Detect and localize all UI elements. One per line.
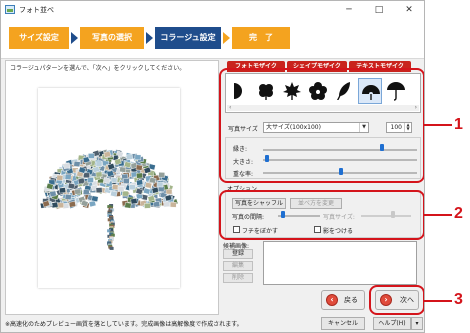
mosaic-tile xyxy=(82,189,90,196)
mosaic-tile xyxy=(165,188,173,195)
mosaic-tile xyxy=(156,181,164,188)
window-title: フォト並べ xyxy=(19,6,54,14)
status-text: ※高速化のためプレビュー画質を落としています。完成画像は高解像度で作成されます。 xyxy=(5,321,243,328)
mosaic-tile xyxy=(134,154,142,161)
mosaic-tile xyxy=(163,201,171,208)
mosaic-tile xyxy=(87,177,94,183)
mosaic-tile xyxy=(56,174,64,181)
title-bar: フォト並べ ─ □ ✕ xyxy=(1,1,424,19)
mosaic-tile xyxy=(57,202,64,209)
delete-button[interactable]: 削除 xyxy=(223,273,253,283)
mosaic-tile xyxy=(169,201,177,208)
mosaic-tile xyxy=(125,154,134,161)
instruction-text: コラージュパターンを選んで、「次へ」をクリックしてください。 xyxy=(10,65,186,72)
mosaic-tile xyxy=(152,200,161,208)
mosaic-tile xyxy=(136,179,144,186)
mosaic-tile xyxy=(68,201,77,208)
callout-line-2 xyxy=(424,214,452,216)
help-button[interactable]: ヘルプ(H) xyxy=(373,317,411,330)
highlight-frame-1 xyxy=(219,68,424,183)
mosaic-tile xyxy=(73,160,81,168)
app-window: フォト並べ ─ □ ✕ サイズ設定 写真の選択 コラージュ設定 完 了 コラージ… xyxy=(0,0,425,333)
callout-number-2: 2 xyxy=(454,205,463,222)
candidates-list[interactable] xyxy=(263,241,417,285)
close-icon[interactable]: ✕ xyxy=(394,1,424,19)
mosaic-tile xyxy=(130,198,138,205)
mosaic-tile xyxy=(144,182,153,189)
mosaic-tile xyxy=(59,187,66,194)
collage-preview xyxy=(38,88,180,288)
step-photo-select: 写真の選択 xyxy=(80,27,144,49)
mosaic-tile xyxy=(158,172,165,178)
mosaic-tile xyxy=(88,153,95,159)
mosaic-tile xyxy=(123,178,130,184)
mosaic-tile xyxy=(64,174,72,180)
step-complete: 完 了 xyxy=(232,27,290,49)
callout-number-1: 1 xyxy=(454,116,463,133)
callout-line-1 xyxy=(424,124,452,126)
mosaic-tile xyxy=(119,166,127,173)
step-arrow-icon xyxy=(223,32,230,44)
step-collage-setting: コラージュ設定 xyxy=(155,27,221,49)
callout-line-3 xyxy=(424,300,452,302)
preview-panel: コラージュパターンを選んで、「次へ」をクリックしてください。 xyxy=(5,60,219,315)
highlight-frame-3 xyxy=(369,285,424,315)
mosaic-tile xyxy=(49,190,57,198)
register-button[interactable]: 登録 xyxy=(223,249,253,259)
arrow-left-icon: ‹ xyxy=(326,294,338,306)
back-button[interactable]: ‹ 戻る xyxy=(321,290,365,310)
step-size-setting: サイズ設定 xyxy=(9,27,69,49)
highlight-frame-2 xyxy=(219,190,424,240)
mosaic-tile xyxy=(110,190,118,198)
step-arrow-icon xyxy=(146,32,153,44)
mosaic-tile xyxy=(67,182,76,190)
mosaic-handle-tile xyxy=(109,246,114,250)
mosaic-tile xyxy=(124,202,132,209)
mosaic-tile xyxy=(95,161,103,167)
mosaic-tile xyxy=(117,185,125,192)
mosaic-tile xyxy=(136,172,143,179)
mosaic-tile xyxy=(135,164,143,171)
minimize-icon[interactable]: ─ xyxy=(334,1,364,19)
cancel-button[interactable]: キャンセル xyxy=(321,317,365,330)
mosaic-tile xyxy=(64,194,72,200)
edit-button[interactable]: 編集 xyxy=(223,261,253,271)
maximize-icon[interactable]: □ xyxy=(364,1,394,19)
photo-app-icon xyxy=(5,5,15,14)
mosaic-tile xyxy=(95,187,103,193)
collage-preview-image xyxy=(39,149,179,250)
back-label: 戻る xyxy=(344,296,358,304)
mosaic-tile xyxy=(128,184,136,191)
mosaic-tile xyxy=(95,171,103,178)
mosaic-tile xyxy=(74,188,82,195)
step-arrow-icon xyxy=(71,32,78,44)
mosaic-tile xyxy=(144,202,151,209)
mosaic-tile xyxy=(91,195,99,202)
mosaic-tile xyxy=(63,162,71,169)
mosaic-tile xyxy=(103,151,112,158)
mosaic-tile xyxy=(143,187,151,195)
callout-number-3: 3 xyxy=(454,291,463,308)
mosaic-tile xyxy=(122,190,129,197)
help-dropdown-icon[interactable]: ▾ xyxy=(411,317,423,330)
wizard-steps: サイズ設定 写真の選択 コラージュ設定 完 了 xyxy=(1,19,424,59)
